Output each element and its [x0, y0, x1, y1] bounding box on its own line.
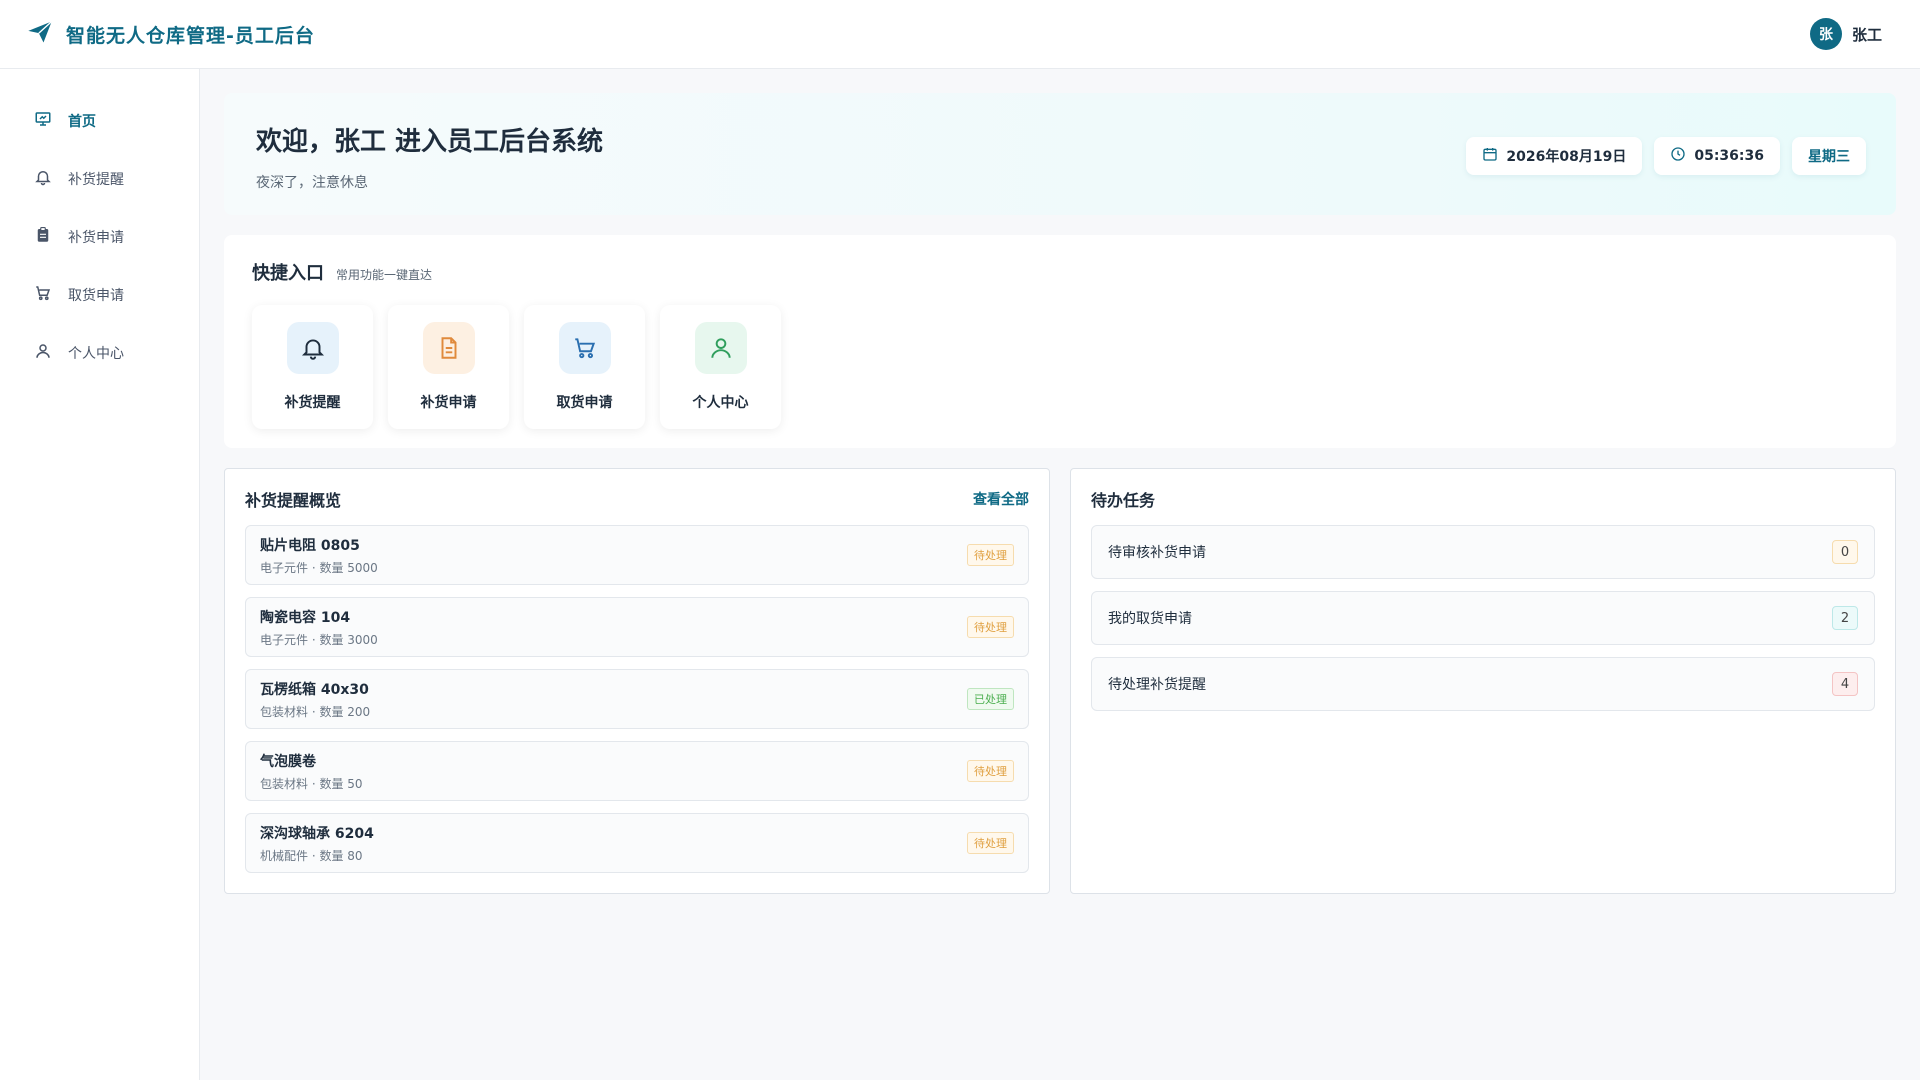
sidebar-item-label: 个人中心 — [68, 346, 124, 362]
list-item[interactable]: 瓦楞纸箱 40x30 包装材料 · 数量 200 已处理 — [245, 669, 1029, 729]
item-name: 陶瓷电容 104 — [260, 609, 351, 626]
item-meta: 包装材料 · 数量 200 — [260, 704, 371, 719]
quick-card-label: 取货申请 — [556, 395, 613, 411]
todo-label: 我的取货申请 — [1108, 611, 1192, 627]
todo-item-my-pickups[interactable]: 我的取货申请 2 — [1091, 591, 1875, 645]
todo-label: 待处理补货提醒 — [1108, 677, 1206, 693]
quick-card-label: 补货申请 — [420, 395, 477, 411]
item-name: 深沟球轴承 6204 — [260, 825, 374, 842]
status-badge: 待处理 — [967, 832, 1014, 854]
user-menu[interactable]: 张 张工 — [1809, 18, 1894, 50]
sidebar-item-restock-request[interactable]: 补货申请 — [0, 208, 199, 266]
list-item[interactable]: 深沟球轴承 6204 机械配件 · 数量 80 待处理 — [245, 813, 1029, 873]
status-badge: 待处理 — [967, 544, 1014, 566]
count-badge: 2 — [1832, 606, 1858, 630]
main-content: 欢迎，张工 进入员工后台系统 夜深了，注意休息 2026年08月19日 05:3… — [224, 93, 1896, 894]
time-chip: 05:36:36 — [1654, 137, 1780, 175]
quick-access-subtitle: 常用功能一键直达 — [336, 268, 433, 282]
user-icon — [34, 342, 52, 364]
item-meta: 机械配件 · 数量 80 — [260, 848, 363, 863]
sidebar: 首页 补货提醒 补货申请 取货申请 个人中心 — [0, 69, 200, 1080]
document-icon — [422, 322, 475, 374]
sidebar-item-home[interactable]: 首页 — [0, 92, 199, 150]
item-name: 瓦楞纸箱 40x30 — [260, 681, 369, 698]
sidebar-item-pickup-request[interactable]: 取货申请 — [0, 266, 199, 324]
cart-icon — [558, 322, 611, 374]
panel-title: 待办任务 — [1091, 491, 1156, 510]
sidebar-item-label: 首页 — [68, 114, 96, 130]
list-item[interactable]: 贴片电阻 0805 电子元件 · 数量 5000 待处理 — [245, 525, 1029, 585]
item-name: 气泡膜卷 — [260, 753, 316, 770]
user-name[interactable]: 张工 — [1852, 24, 1882, 45]
brand[interactable]: 智能无人仓库管理-员工后台 — [26, 18, 315, 50]
clipboard-icon — [34, 226, 52, 248]
status-badge: 待处理 — [967, 616, 1014, 638]
item-meta: 电子元件 · 数量 3000 — [260, 632, 378, 647]
todo-item-pending-reminders[interactable]: 待处理补货提醒 4 — [1091, 657, 1875, 711]
quick-card-label: 个人中心 — [692, 395, 749, 411]
sidebar-item-profile[interactable]: 个人中心 — [0, 324, 199, 382]
quick-card-pickup-request[interactable]: 取货申请 — [524, 305, 645, 429]
list-item[interactable]: 气泡膜卷包装材料 · 数量 50 待处理 — [245, 741, 1029, 801]
app-title: 智能无人仓库管理-员工后台 — [66, 24, 315, 47]
time-text: 05:36:36 — [1694, 148, 1764, 164]
quick-card-restock-reminder[interactable]: 补货提醒 — [252, 305, 373, 429]
paper-plane-icon — [26, 18, 54, 50]
todo-panel: 待办任务 待审核补货申请 0 我的取货申请 2 待处理补货提醒 4 — [1070, 468, 1896, 894]
welcome-subtitle: 夜深了，注意休息 — [256, 175, 368, 191]
list-item[interactable]: 陶瓷电容 104 电子元件 · 数量 3000 待处理 — [245, 597, 1029, 657]
sidebar-item-label: 补货申请 — [68, 230, 124, 246]
weekday-text: 星期三 — [1808, 149, 1850, 165]
quick-card-label: 补货提醒 — [284, 395, 341, 411]
panel-title: 补货提醒概览 — [245, 491, 342, 510]
item-name: 贴片电阻 0805 — [260, 537, 360, 554]
view-all-link[interactable]: 查看全部 — [973, 489, 1029, 509]
sidebar-item-label: 补货提醒 — [68, 172, 124, 188]
cart-icon — [34, 284, 52, 306]
sidebar-item-restock-reminder[interactable]: 补货提醒 — [0, 150, 199, 208]
quick-access: 快捷入口 常用功能一键直达 补货提醒 补货申请 取货申请 个人中心 — [224, 235, 1896, 448]
quick-access-title: 快捷入口 — [252, 263, 324, 284]
presentation-icon — [34, 110, 52, 132]
avatar[interactable]: 张 — [1809, 18, 1842, 50]
clock-icon — [1670, 146, 1686, 166]
restock-reminder-panel: 补货提醒概览 查看全部 贴片电阻 0805 电子元件 · 数量 5000 待处理 … — [224, 468, 1050, 894]
user-icon — [694, 322, 747, 374]
quick-card-profile[interactable]: 个人中心 — [660, 305, 781, 429]
datetime-chips: 2026年08月19日 05:36:36 星期三 — [1466, 137, 1866, 175]
item-meta: 包装材料 · 数量 50 — [260, 776, 363, 791]
count-badge: 4 — [1832, 672, 1858, 696]
top-bar: 智能无人仓库管理-员工后台 张 张工 — [0, 0, 1920, 69]
sidebar-item-label: 取货申请 — [68, 288, 124, 304]
todo-label: 待审核补货申请 — [1108, 545, 1206, 561]
item-meta: 电子元件 · 数量 5000 — [260, 560, 378, 575]
calendar-icon — [1482, 146, 1498, 166]
date-text: 2026年08月19日 — [1506, 149, 1627, 165]
bell-icon — [34, 168, 52, 190]
status-badge: 已处理 — [967, 688, 1014, 710]
count-badge: 0 — [1832, 540, 1858, 564]
quick-card-restock-request[interactable]: 补货申请 — [388, 305, 509, 429]
bell-icon — [286, 322, 339, 374]
welcome-banner: 欢迎，张工 进入员工后台系统 夜深了，注意休息 2026年08月19日 05:3… — [224, 93, 1896, 215]
date-chip: 2026年08月19日 — [1466, 137, 1643, 175]
weekday-chip: 星期三 — [1792, 137, 1866, 175]
status-badge: 待处理 — [967, 760, 1014, 782]
todo-item-pending-review[interactable]: 待审核补货申请 0 — [1091, 525, 1875, 579]
